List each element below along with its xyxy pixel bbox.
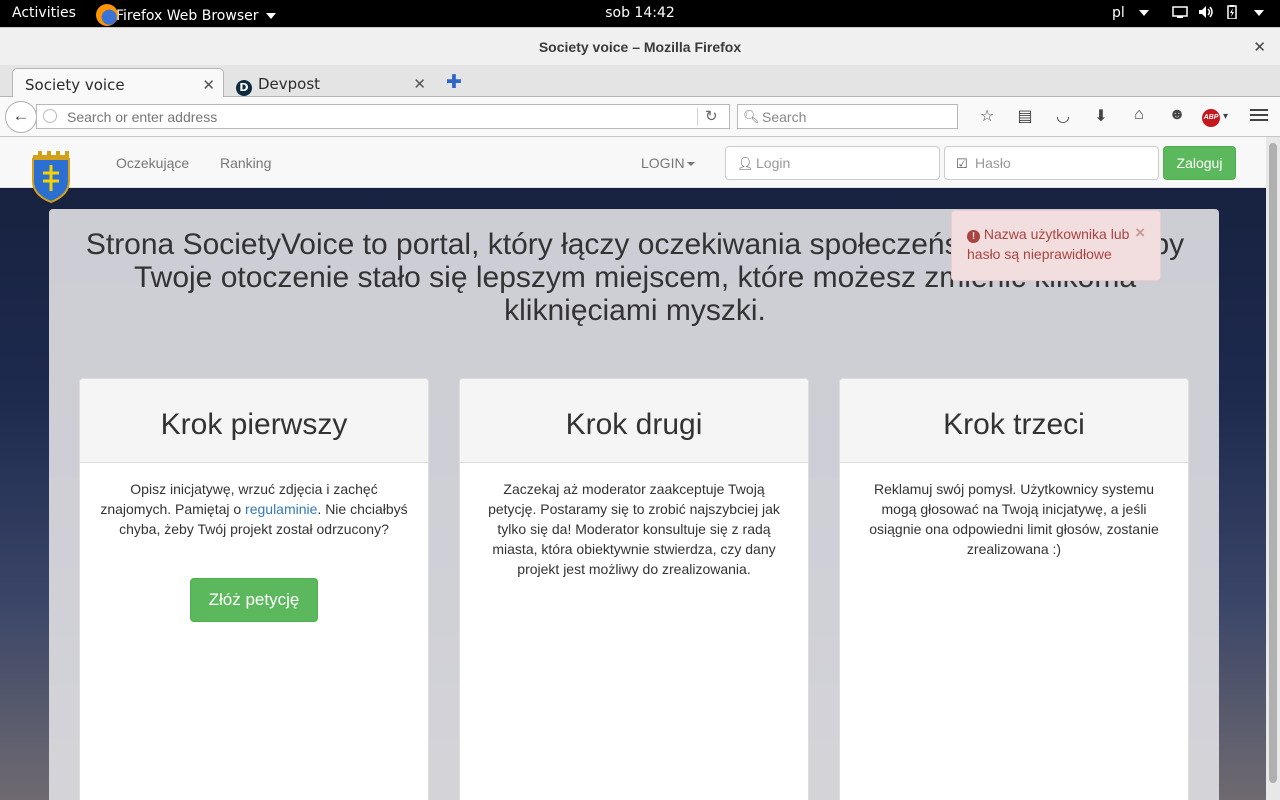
submit-petition-button[interactable]: Złóż petycję xyxy=(190,578,318,622)
home-icon[interactable]: ⌂ xyxy=(1120,106,1158,127)
step-card-title: Krok pierwszy xyxy=(80,379,428,463)
divider xyxy=(697,108,698,126)
step-card-body: Reklamuj swój pomysł. Użytkownicy system… xyxy=(869,481,1159,557)
chat-icon[interactable]: ☻ xyxy=(1158,106,1196,127)
close-window-icon[interactable]: ✕ xyxy=(1253,38,1266,56)
page-scrollbar[interactable] xyxy=(1266,137,1280,800)
system-tray[interactable] xyxy=(1172,5,1264,19)
network-icon xyxy=(1172,6,1188,18)
tab-strip: Society voice ✕ D Devpost ✕ ✚ xyxy=(0,65,1280,97)
nav-link-ranking[interactable]: Ranking xyxy=(220,155,271,171)
site-identity-icon[interactable] xyxy=(43,109,57,123)
pocket-icon[interactable]: ◡ xyxy=(1044,106,1082,127)
tab-devpost[interactable]: D Devpost ✕ xyxy=(224,68,434,97)
navigation-toolbar: ← Search or enter address ↻ 🔍︎ Search ☆ … xyxy=(0,97,1280,137)
back-button[interactable]: ← xyxy=(5,101,37,133)
reload-icon[interactable]: ↻ xyxy=(705,107,718,125)
login-submit-button[interactable]: Zaloguj xyxy=(1163,146,1236,180)
close-tab-icon[interactable]: ✕ xyxy=(413,75,426,93)
search-placeholder: Search xyxy=(762,109,807,125)
error-alert: ! Nazwa użytkownika lub hasło są niepraw… xyxy=(951,210,1161,281)
address-bar[interactable]: Search or enter address ↻ xyxy=(36,104,730,129)
back-arrow-icon: ← xyxy=(12,106,30,125)
clock[interactable]: sob 14:42 xyxy=(0,5,1280,21)
tab-label: Devpost xyxy=(258,75,321,93)
step-card-body: Zaczekaj aż moderator zaakceptuje Twoją … xyxy=(488,481,780,577)
login-placeholder: Login xyxy=(756,155,791,171)
downloads-icon[interactable]: ⬇ xyxy=(1082,106,1120,127)
step-card-3: Krok trzeci Reklamuj swój pomysł. Użytko… xyxy=(839,378,1189,800)
keyboard-layout-label: pl xyxy=(1112,5,1125,21)
new-tab-plus-icon[interactable]: ✚ xyxy=(446,71,462,94)
close-tab-icon[interactable]: ✕ xyxy=(202,76,215,94)
tab-label: Society voice xyxy=(25,76,125,94)
chevron-down-icon xyxy=(1138,10,1149,16)
tab-society-voice[interactable]: Society voice ✕ xyxy=(12,68,224,97)
system-top-bar: Activities Firefox Web Browser sob 14:42… xyxy=(0,0,1280,27)
password-placeholder: Hasło xyxy=(975,155,1011,171)
step-card-title: Krok trzeci xyxy=(840,379,1188,463)
window-titlebar: Society voice – Mozilla Firefox ✕ xyxy=(0,27,1280,65)
caret-down-icon xyxy=(686,162,695,166)
login-input[interactable]: 👤︎ Login xyxy=(725,146,940,180)
adblock-plus-icon[interactable]: ABP ▾ xyxy=(1196,106,1234,127)
scrollbar-thumb[interactable] xyxy=(1269,143,1277,783)
exclamation-circle-icon: ! xyxy=(967,230,980,243)
window-title: Society voice – Mozilla Firefox xyxy=(538,39,742,55)
site-navbar: Oczekujące Ranking LOGIN 👤︎ Login ☑ Hasł… xyxy=(0,137,1266,203)
password-input[interactable]: ☑ Hasło xyxy=(944,146,1159,180)
devpost-favicon-icon: D xyxy=(236,80,252,96)
check-square-icon: ☑ xyxy=(956,156,968,171)
search-icon: 🔍︎ xyxy=(743,109,760,124)
menu-hamburger-icon[interactable] xyxy=(1250,106,1268,124)
address-placeholder: Search or enter address xyxy=(67,109,218,125)
user-icon: 👤︎ xyxy=(737,156,754,171)
login-dropdown[interactable]: LOGIN xyxy=(641,155,695,171)
battery-icon xyxy=(1227,5,1237,19)
search-bar[interactable]: 🔍︎ Search xyxy=(737,104,958,129)
step-card-body: Opisz inicjatywę, wrzuć zdjęcia i zachęć… xyxy=(80,463,428,539)
bookmark-star-icon[interactable]: ☆ xyxy=(968,106,1006,127)
keyboard-layout-indicator[interactable]: pl xyxy=(1112,5,1149,21)
close-alert-icon[interactable]: × xyxy=(1135,223,1145,243)
reading-list-icon[interactable]: ▤ xyxy=(1006,106,1044,127)
step-card-title: Krok drugi xyxy=(460,379,808,463)
volume-icon xyxy=(1199,6,1213,18)
step-card-2: Krok drugi Zaczekaj aż moderator zaakcep… xyxy=(459,378,809,800)
chevron-down-icon xyxy=(1254,10,1264,16)
step-card-1: Krok pierwszy Opisz inicjatywę, wrzuć zd… xyxy=(79,378,429,800)
error-alert-message: Nazwa użytkownika lub hasło są nieprawid… xyxy=(967,226,1130,262)
login-dropdown-label: LOGIN xyxy=(641,155,685,171)
nav-link-oczekujace[interactable]: Oczekujące xyxy=(116,155,189,171)
rules-link[interactable]: regulaminie xyxy=(245,501,317,517)
city-crest-logo[interactable] xyxy=(30,151,72,203)
page-viewport: Oczekujące Ranking LOGIN 👤︎ Login ☑ Hasł… xyxy=(0,137,1266,800)
toolbar-icons: ☆ ▤ ◡ ⬇ ⌂ ☻ ABP ▾ xyxy=(968,106,1234,127)
